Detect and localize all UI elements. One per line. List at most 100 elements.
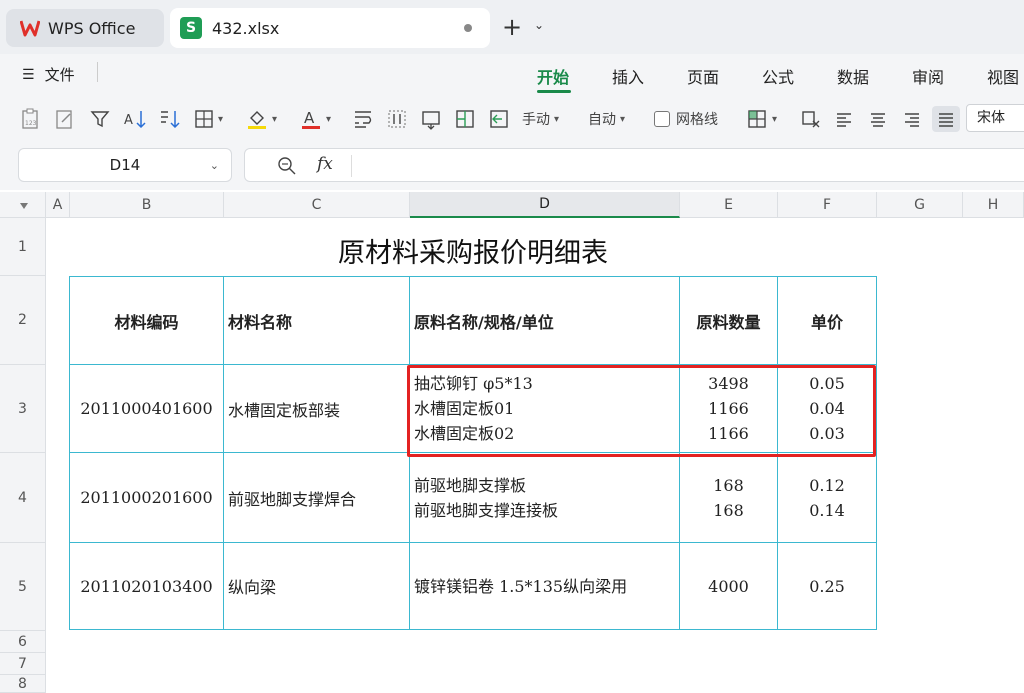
title-tab-bar: WPS Office S 432.xlsx + ⌄ <box>0 0 1024 54</box>
tab-insert[interactable]: 插入 <box>612 64 644 88</box>
row-header-3[interactable]: 3 <box>0 365 46 453</box>
chevron-down-icon: ⌄ <box>209 159 219 172</box>
material-code-cell[interactable]: 2011020103400 <box>69 542 224 630</box>
filter-icon[interactable] <box>90 106 110 132</box>
file-menu-button[interactable]: ☰ 文件 <box>22 64 75 85</box>
material-name-cell[interactable]: 水槽固定板部装 <box>223 364 410 453</box>
price-line: 0.14 <box>809 500 845 520</box>
align-left-icon[interactable] <box>834 106 854 132</box>
material-name-cell[interactable]: 前驱地脚支撑焊合 <box>223 452 410 543</box>
raw-material-line: 镀锌镁铝卷 1.5*135纵向梁用 <box>414 576 628 596</box>
column-header-H[interactable]: H <box>963 192 1024 218</box>
quantity-cell[interactable]: 168 168 <box>679 452 778 543</box>
formula-bar: D14 ⌄ fx <box>0 142 1024 190</box>
column-header-D[interactable]: D <box>410 192 680 218</box>
borders-button[interactable]: ▾ <box>194 106 223 132</box>
gridlines-label: 网格线 <box>676 112 718 128</box>
row-height-icon[interactable] <box>420 106 442 132</box>
wrap-text-icon[interactable] <box>352 106 374 132</box>
unsaved-dot-icon[interactable] <box>464 24 472 32</box>
clear-format-icon[interactable] <box>800 106 822 132</box>
new-tab-plus-icon[interactable]: + <box>502 14 522 40</box>
cell-style-button[interactable]: ▾ <box>746 106 777 132</box>
row-header-7[interactable]: 7 <box>0 653 46 675</box>
fill-color-button[interactable]: ▾ <box>246 106 277 132</box>
file-tab-label: 432.xlsx <box>212 18 280 38</box>
unit-price-cell[interactable]: 0.25 <box>777 542 877 630</box>
tab-review[interactable]: 审阅 <box>912 64 944 88</box>
auto-calc-dropdown[interactable]: 自动 ▾ <box>588 106 625 132</box>
header-cell[interactable]: 原料名称/规格/单位 <box>409 276 680 365</box>
row-header-1[interactable]: 1 <box>0 218 46 276</box>
row-header-8[interactable]: 8 <box>0 675 46 693</box>
tab-home[interactable]: 开始 <box>537 64 569 88</box>
tab-page[interactable]: 页面 <box>687 64 719 88</box>
row-header-2[interactable]: 2 <box>0 276 46 365</box>
raw-material-cell[interactable]: 镀锌镁铝卷 1.5*135纵向梁用 <box>409 542 680 630</box>
merge-cells-icon[interactable] <box>386 106 408 132</box>
paste-values-icon[interactable]: 123 <box>20 106 42 132</box>
tab-formula[interactable]: 公式 <box>762 64 794 88</box>
material-code-cell[interactable]: 2011000201600 <box>69 452 224 543</box>
column-header-F[interactable]: F <box>778 192 877 218</box>
freeze-panes-icon[interactable] <box>488 106 510 132</box>
column-header-E[interactable]: E <box>680 192 778 218</box>
unit-price-cell[interactable]: 0.05 0.04 0.03 <box>777 364 877 453</box>
header-cell[interactable]: 材料编码 <box>69 276 224 365</box>
header-cell[interactable]: 原料数量 <box>679 276 778 365</box>
font-color-button[interactable]: A ▾ <box>300 106 331 132</box>
tab-list-chevron-icon[interactable]: ⌄ <box>534 18 544 32</box>
quantity-line: 3498 <box>708 374 749 393</box>
gridlines-checkbox[interactable] <box>654 111 670 127</box>
quantity-line: 1166 <box>708 424 749 443</box>
gridlines-toggle[interactable]: 网格线 <box>654 106 718 132</box>
tab-view[interactable]: 视图 <box>987 64 1019 88</box>
price-line: 0.05 <box>809 374 845 393</box>
insert-function-fx-icon[interactable]: fx <box>317 154 333 174</box>
chevron-down-icon: ▾ <box>272 113 278 125</box>
quantity-line: 1166 <box>708 399 749 418</box>
align-right-icon[interactable] <box>902 106 922 132</box>
tab-data[interactable]: 数据 <box>837 64 869 88</box>
wps-home-tab[interactable]: WPS Office <box>6 9 164 47</box>
paste-format-icon[interactable] <box>54 106 76 132</box>
manual-calc-dropdown[interactable]: 手动 ▾ <box>522 106 559 132</box>
table-row: 2011020103400 纵向梁 镀锌镁铝卷 1.5*135纵向梁用 4000… <box>69 542 877 630</box>
formula-input[interactable]: fx <box>244 148 1024 182</box>
header-cell[interactable]: 材料名称 <box>223 276 410 365</box>
header-cell[interactable]: 单价 <box>777 276 877 365</box>
justify-icon[interactable] <box>932 106 960 132</box>
sheet-title[interactable]: 原材料采购报价明细表 <box>70 222 876 278</box>
material-name-cell[interactable]: 纵向梁 <box>223 542 410 630</box>
unit-price-cell[interactable]: 0.12 0.14 <box>777 452 877 543</box>
quantity-cell[interactable]: 3498 1166 1166 <box>679 364 778 453</box>
row-header-4[interactable]: 4 <box>0 453 46 543</box>
name-box[interactable]: D14 ⌄ <box>18 148 232 182</box>
zoom-search-icon[interactable] <box>277 156 297 176</box>
formula-divider <box>351 155 352 177</box>
quantity-cell[interactable]: 4000 <box>679 542 778 630</box>
align-center-icon[interactable] <box>868 106 888 132</box>
raw-material-cell[interactable]: 前驱地脚支撑板 前驱地脚支撑连接板 <box>409 452 680 543</box>
row-header-5[interactable]: 5 <box>0 543 46 631</box>
column-header-A[interactable]: A <box>46 192 70 218</box>
column-header-G[interactable]: G <box>877 192 963 218</box>
material-code-cell[interactable]: 2011000401600 <box>69 364 224 453</box>
file-tab[interactable]: S 432.xlsx <box>170 8 490 48</box>
cell-style-icon <box>748 110 766 128</box>
raw-material-line: 水槽固定板02 <box>414 424 515 443</box>
row-header-6[interactable]: 6 <box>0 631 46 653</box>
font-name-select[interactable]: 宋体 <box>966 104 1024 132</box>
column-header-C[interactable]: C <box>224 192 410 218</box>
quantity-line: 168 <box>713 500 744 520</box>
fill-color-icon <box>248 111 266 129</box>
column-header-B[interactable]: B <box>70 192 224 218</box>
table-header-row: 材料编码 材料名称 原料名称/规格/单位 原料数量 单价 <box>69 276 877 365</box>
sort-custom-icon[interactable] <box>158 106 182 132</box>
sort-ascending-icon[interactable]: A <box>124 106 148 132</box>
raw-material-cell[interactable]: 抽芯铆钉 φ5*13 水槽固定板01 水槽固定板02 <box>409 364 680 453</box>
select-all-corner[interactable] <box>0 192 46 218</box>
column-width-icon[interactable] <box>454 106 476 132</box>
auto-calc-label: 自动 <box>588 112 616 128</box>
quantity-line: 168 <box>713 475 744 495</box>
